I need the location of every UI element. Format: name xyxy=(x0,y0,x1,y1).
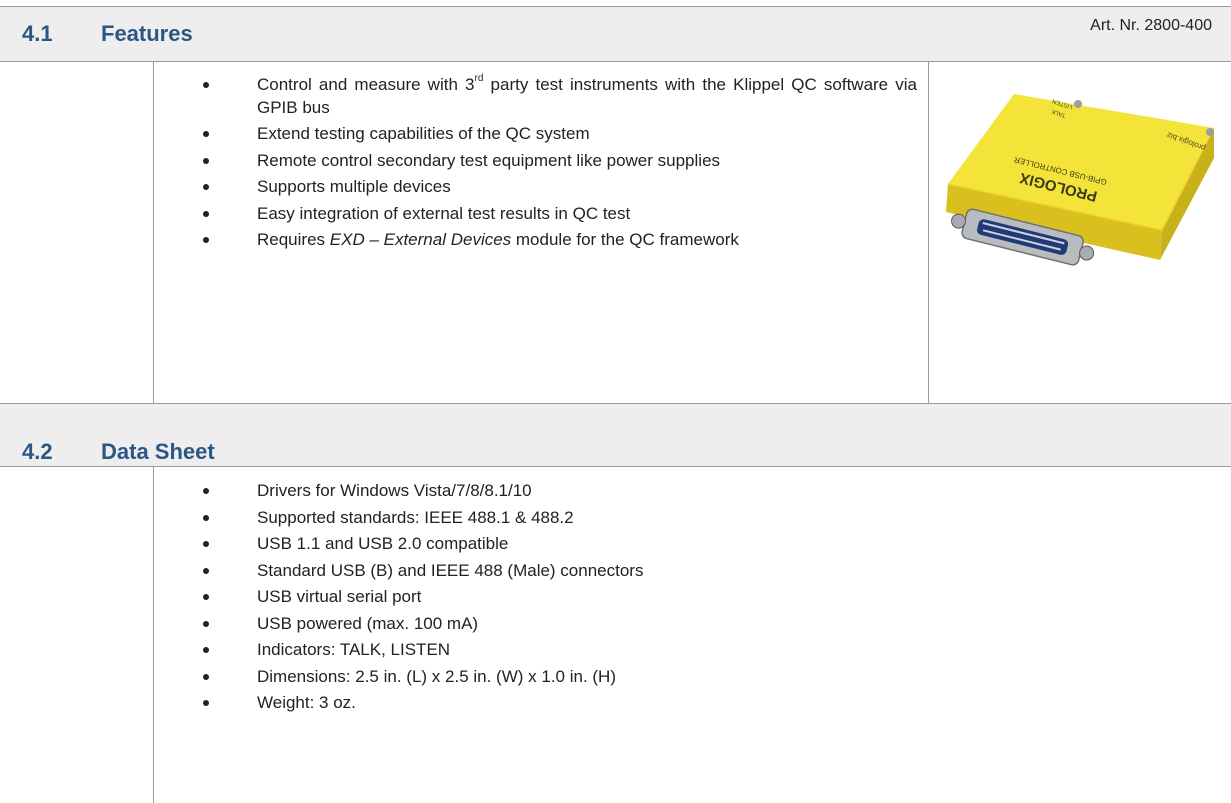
list-item: Dimensions: 2.5 in. (L) x 2.5 in. (W) x … xyxy=(153,666,1213,689)
features-section-title: Features xyxy=(101,21,193,46)
features-image-rule xyxy=(928,62,929,403)
gpib-usb-controller-photo: PROLOGIX GPIB-USB CONTROLLER prologix.bi… xyxy=(946,94,1215,266)
features-section-header: 4.1 Features Art. Nr. 2800-400 xyxy=(0,6,1231,62)
datasheet-section-title: Data Sheet xyxy=(101,439,215,464)
list-item: Supported standards: IEEE 488.1 & 488.2 xyxy=(153,507,1213,530)
datasheet-section-header: 4.2 Data Sheet xyxy=(0,403,1231,467)
datasheet-list: Drivers for Windows Vista/7/8/8.1/10 Sup… xyxy=(153,480,1213,719)
list-item: Supports multiple devices xyxy=(153,176,917,199)
list-item: Extend testing capabilities of the QC sy… xyxy=(153,123,917,146)
list-item: Drivers for Windows Vista/7/8/8.1/10 xyxy=(153,480,1213,503)
list-item: USB 1.1 and USB 2.0 compatible xyxy=(153,533,1213,556)
document-page: 4.1 Features Art. Nr. 2800-400 Control a… xyxy=(0,0,1231,803)
list-item: USB virtual serial port xyxy=(153,586,1213,609)
list-item: Requires EXD – External Devices module f… xyxy=(153,229,917,252)
list-item: Remote control secondary test equipment … xyxy=(153,150,917,173)
list-item: Easy integration of external test result… xyxy=(153,203,917,226)
article-number: Art. Nr. 2800-400 xyxy=(1090,17,1212,34)
list-item: Standard USB (B) and IEEE 488 (Male) con… xyxy=(153,560,1213,583)
list-item: Indicators: TALK, LISTEN xyxy=(153,639,1213,662)
list-item: USB powered (max. 100 mA) xyxy=(153,613,1213,636)
features-list: Control and measure with 3rd party test … xyxy=(153,74,917,256)
features-section-number: 4.1 xyxy=(22,21,53,46)
list-item: Weight: 3 oz. xyxy=(153,692,1213,715)
datasheet-section-number: 4.2 xyxy=(22,439,53,464)
list-item: Control and measure with 3rd party test … xyxy=(153,74,917,119)
